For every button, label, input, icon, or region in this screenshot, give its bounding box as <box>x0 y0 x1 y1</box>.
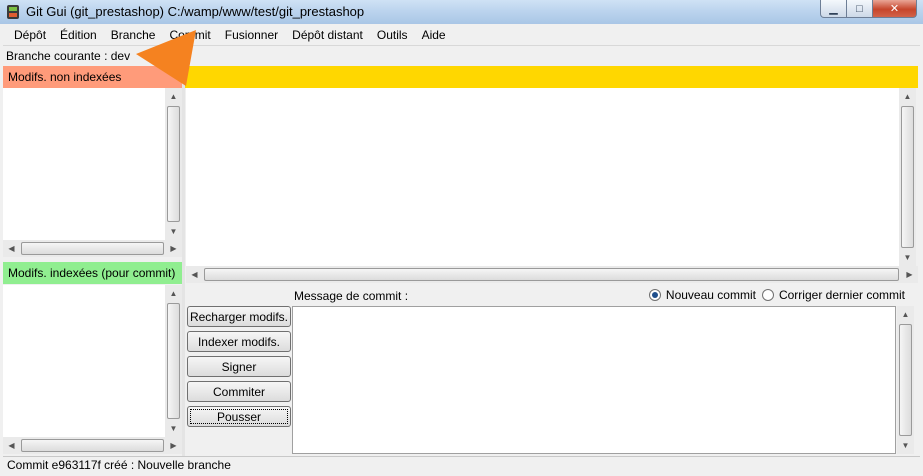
scroll-thumb[interactable] <box>167 303 180 419</box>
unstaged-changes-header: Modifs. non indexées <box>3 66 182 88</box>
status-message: Commit e963117f créé : Nouvelle branche <box>7 458 231 472</box>
menu-commit[interactable]: Commit <box>162 25 217 45</box>
menu-fusionner[interactable]: Fusionner <box>218 25 285 45</box>
staged-file-list[interactable] <box>3 285 165 437</box>
scroll-thumb[interactable] <box>167 106 180 222</box>
git-gui-icon <box>7 5 19 19</box>
staged-vscrollbar[interactable]: ▲ ▼ <box>165 285 182 437</box>
scroll-thumb[interactable] <box>21 242 164 255</box>
menu-aide[interactable]: Aide <box>415 25 453 45</box>
sign-off-button[interactable]: Signer <box>187 356 291 377</box>
scroll-right-icon[interactable]: ▶ <box>165 240 182 257</box>
scroll-thumb[interactable] <box>899 324 912 436</box>
diff-vscrollbar[interactable]: ▲ ▼ <box>899 88 916 266</box>
diff-hscrollbar[interactable]: ◀ ▶ <box>186 266 918 283</box>
amend-commit-radio[interactable] <box>761 289 774 301</box>
amend-commit-label[interactable]: Corriger dernier commit <box>779 288 905 302</box>
menu-bar: Dépôt Édition Branche Commit Fusionner D… <box>3 25 920 45</box>
scroll-up-icon[interactable]: ▲ <box>165 285 182 302</box>
minimize-button[interactable]: ▁ <box>820 0 847 18</box>
scroll-thumb[interactable] <box>21 439 164 452</box>
new-commit-label[interactable]: Nouveau commit <box>666 288 756 302</box>
unstaged-file-list[interactable] <box>3 88 165 240</box>
commit-message-label: Message de commit : <box>294 289 409 303</box>
scroll-up-icon[interactable]: ▲ <box>165 88 182 105</box>
menu-branche[interactable]: Branche <box>104 25 163 45</box>
staged-changes-header: Modifs. indexées (pour commit) <box>3 262 182 284</box>
unstaged-hscrollbar[interactable]: ◀ ▶ <box>3 240 182 257</box>
scroll-right-icon[interactable]: ▶ <box>901 266 918 283</box>
scroll-down-icon[interactable]: ▼ <box>165 223 182 240</box>
menu-depot-distant[interactable]: Dépôt distant <box>285 25 370 45</box>
commit-message-input[interactable] <box>292 306 896 454</box>
unstaged-vscrollbar[interactable]: ▲ ▼ <box>165 88 182 240</box>
diff-header <box>185 66 918 88</box>
rescan-button[interactable]: Recharger modifs. <box>187 306 291 327</box>
push-button[interactable]: Pousser <box>187 406 291 427</box>
branch-bar: Branche courante : dev <box>3 45 920 66</box>
window-title: Git Gui (git_prestashop) C:/wamp/www/tes… <box>26 4 365 19</box>
menu-outils[interactable]: Outils <box>370 25 415 45</box>
scroll-up-icon[interactable]: ▲ <box>899 88 916 105</box>
scroll-left-icon[interactable]: ◀ <box>3 437 20 454</box>
menu-edition[interactable]: Édition <box>53 25 104 45</box>
commit-mode-group: Nouveau commit Corriger dernier commit <box>648 288 911 302</box>
close-button[interactable]: ✕ <box>873 0 917 18</box>
stage-changed-button[interactable]: Indexer modifs. <box>187 331 291 352</box>
current-branch-label: Branche courante : dev <box>6 49 131 63</box>
new-commit-radio[interactable] <box>648 289 661 301</box>
scroll-thumb[interactable] <box>901 106 914 248</box>
status-bar: Commit e963117f créé : Nouvelle branche <box>3 456 920 474</box>
window-titlebar: Git Gui (git_prestashop) C:/wamp/www/tes… <box>0 0 923 24</box>
scroll-down-icon[interactable]: ▼ <box>899 249 916 266</box>
scroll-down-icon[interactable]: ▼ <box>165 420 182 437</box>
radio-selected-icon <box>651 292 658 298</box>
staged-hscrollbar[interactable]: ◀ ▶ <box>3 437 182 454</box>
scroll-down-icon[interactable]: ▼ <box>897 437 914 454</box>
menu-depot[interactable]: Dépôt <box>7 25 53 45</box>
scroll-left-icon[interactable]: ◀ <box>3 240 20 257</box>
scroll-thumb[interactable] <box>204 268 899 281</box>
pane-divider[interactable] <box>182 66 185 456</box>
scroll-right-icon[interactable]: ▶ <box>165 437 182 454</box>
maximize-button[interactable]: □ <box>847 0 873 18</box>
diff-view[interactable] <box>186 88 899 266</box>
commit-message-vscrollbar[interactable]: ▲ ▼ <box>897 306 914 454</box>
commit-button[interactable]: Commiter <box>187 381 291 402</box>
scroll-left-icon[interactable]: ◀ <box>186 266 203 283</box>
scroll-up-icon[interactable]: ▲ <box>897 306 914 323</box>
